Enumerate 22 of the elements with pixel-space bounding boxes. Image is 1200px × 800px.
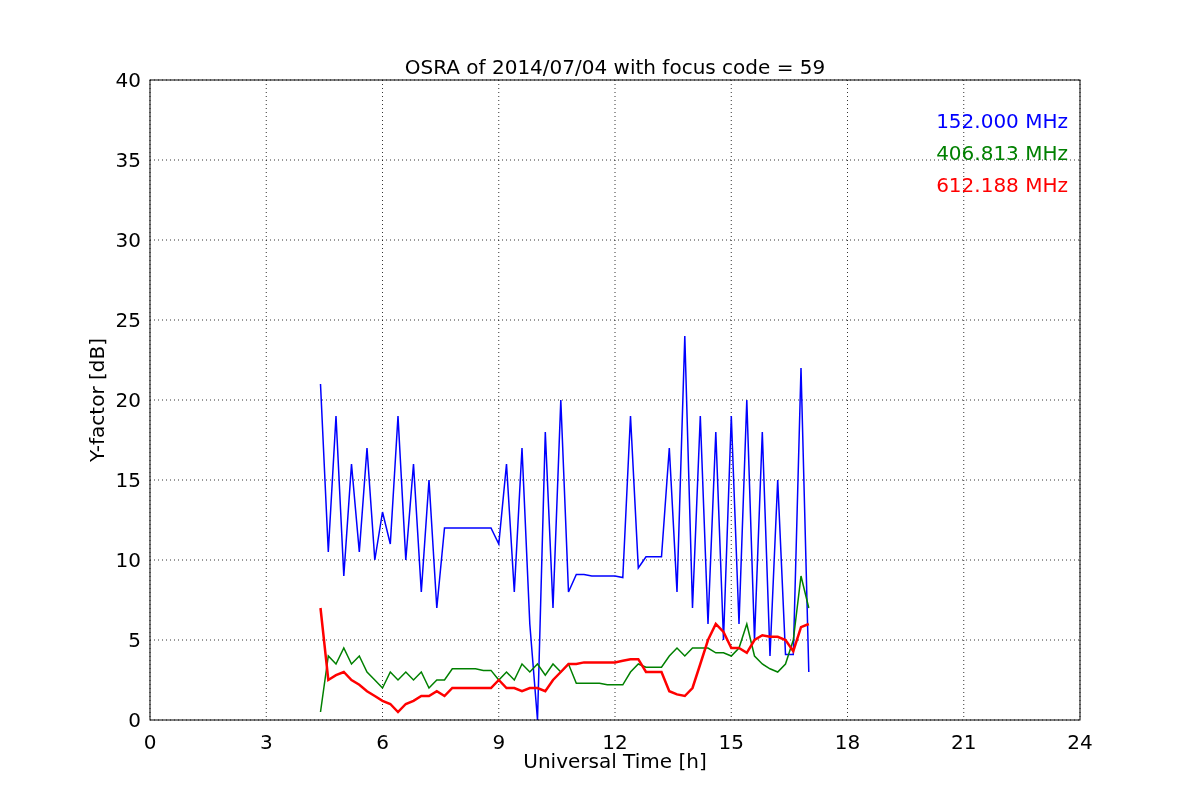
tick-label: 6 xyxy=(376,730,389,754)
tick-label: 0 xyxy=(143,730,157,754)
tick-label: 5 xyxy=(128,628,141,652)
legend-label: 406.813 MHz xyxy=(936,141,1068,165)
legend-label: 612.188 MHz xyxy=(936,173,1068,197)
tick-label: 30 xyxy=(115,228,141,252)
y-axis-label: Y-factor [dB] xyxy=(85,338,109,462)
tick-label: 21 xyxy=(951,730,977,754)
tick-label: 10 xyxy=(115,548,141,572)
tick-label: 9 xyxy=(492,730,506,754)
chart-title: OSRA of 2014/07/04 with focus code = 59 xyxy=(404,55,826,79)
tick-label: 20 xyxy=(115,388,141,412)
tick-label: 18 xyxy=(834,730,861,754)
tick-label: 35 xyxy=(115,148,141,172)
tick-label: 40 xyxy=(115,68,141,92)
tick-label: 24 xyxy=(1067,730,1093,754)
tick-label: 15 xyxy=(115,468,141,492)
legend-label: 152.000 MHz xyxy=(936,109,1068,133)
tick-label: 25 xyxy=(115,308,141,332)
tick-label: 0 xyxy=(128,708,141,732)
tick-label: 15 xyxy=(718,730,744,754)
tick-label: 3 xyxy=(259,730,273,754)
